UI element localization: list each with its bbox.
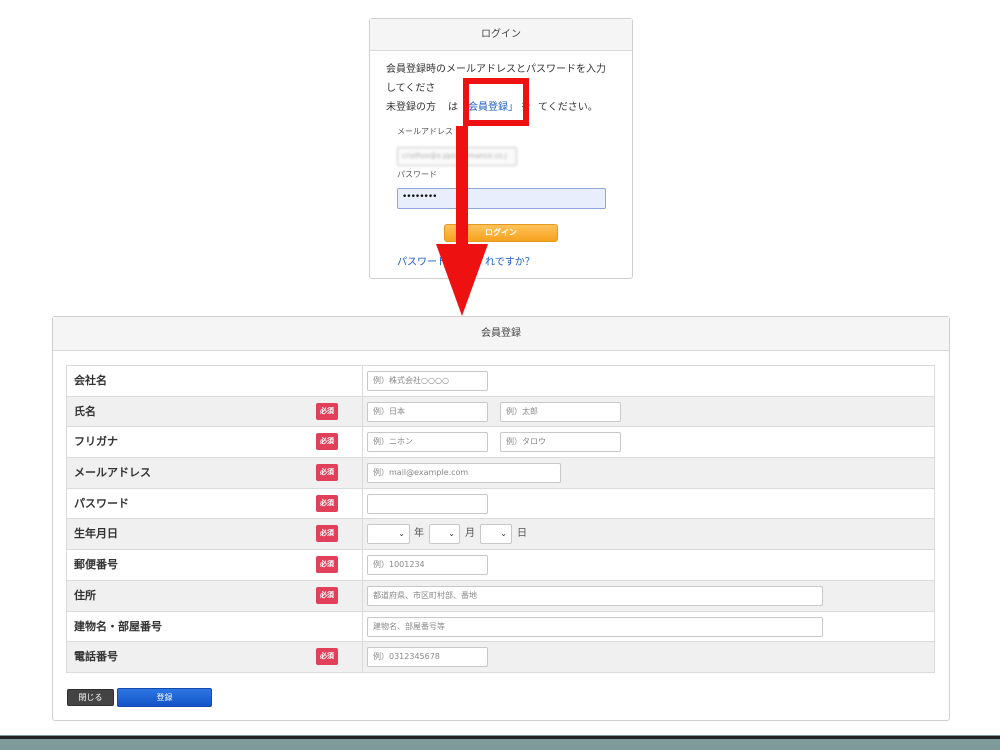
table-row: フリガナ 必須 例）ニホン 例）タロウ: [66, 426, 935, 459]
year-unit: 年: [414, 528, 424, 540]
field-label: 生年月日: [74, 527, 118, 541]
first-name-kana-input[interactable]: 例）タロウ: [500, 432, 621, 453]
birth-year-select[interactable]: ⌄: [367, 524, 410, 545]
building-input[interactable]: 建物名、部屋番号等: [367, 616, 823, 637]
chevron-down-icon: ⌄: [398, 529, 405, 539]
field-label: 住所: [74, 588, 96, 602]
table-row: 住所 必須 都道府県、市区町村部、番地: [66, 579, 935, 612]
required-badge: 必須: [316, 648, 338, 666]
address-input[interactable]: 都道府県、市区町村部、番地: [367, 585, 823, 606]
required-badge: 必須: [316, 556, 338, 574]
close-button[interactable]: 閉じる: [67, 689, 114, 706]
field-label: 電話番号: [74, 650, 118, 664]
required-badge: 必須: [316, 402, 338, 420]
birth-month-select[interactable]: ⌄: [429, 524, 460, 545]
month-unit: 月: [465, 528, 475, 540]
last-name-kana-input[interactable]: 例）ニホン: [367, 432, 488, 453]
table-row: 電話番号 必須 例）0312345678: [66, 641, 935, 673]
field-label: 郵便番号: [74, 558, 118, 572]
table-row: 生年月日 必須 ⌄ 年 ⌄ 月 ⌄ 日: [66, 518, 935, 551]
field-label: 建物名・部屋番号: [74, 619, 162, 633]
submit-register-button[interactable]: 登録: [117, 688, 212, 707]
field-label: パスワード: [74, 496, 129, 510]
last-name-input[interactable]: 例）日本: [367, 401, 488, 422]
day-unit: 日: [517, 528, 527, 540]
bottom-divider: [0, 736, 1000, 739]
chevron-down-icon: ⌄: [500, 529, 507, 539]
table-row: 会社名 例）株式会社○○○○: [66, 365, 935, 397]
phone-input[interactable]: 例）0312345678: [367, 647, 488, 668]
field-label: 氏名: [74, 404, 96, 418]
table-row: 氏名 必須 例）日本 例）太郎: [66, 395, 935, 428]
registration-form: 会社名 例）株式会社○○○○ 氏名 必須 例）日本 例）太郎 フリガナ 必須 例）ニ…: [66, 365, 935, 673]
table-row: 郵便番号 必須 例）1001234: [66, 549, 935, 581]
chevron-down-icon: ⌄: [448, 529, 455, 539]
table-row: メールアドレス 必須 例）mail@example.com: [66, 457, 935, 489]
birth-day-select[interactable]: ⌄: [480, 524, 512, 545]
first-name-input[interactable]: 例）太郎: [500, 401, 621, 422]
email-field[interactable]: 例）mail@example.com: [367, 463, 561, 484]
postal-code-input[interactable]: 例）1001234: [367, 555, 488, 576]
table-row: 建物名・部屋番号 建物名、部屋番号等: [66, 610, 935, 643]
required-badge: 必須: [316, 433, 338, 451]
field-label: 会社名: [74, 374, 107, 387]
registration-panel: 会員登録 会社名 例）株式会社○○○○ 氏名 必須 例）日本 例）太郎 フリガナ必…: [52, 316, 950, 721]
registration-title: 会員登録: [53, 317, 949, 351]
required-badge: 必須: [316, 494, 338, 512]
field-label: メールアドレス: [74, 466, 151, 480]
required-badge: 必須: [316, 525, 338, 543]
company-input[interactable]: 例）株式会社○○○○: [367, 371, 488, 391]
required-badge: 必須: [316, 586, 338, 604]
required-badge: 必須: [316, 464, 338, 482]
password-field[interactable]: [367, 493, 488, 514]
table-row: パスワード 必須: [66, 487, 935, 520]
field-label: フリガナ: [74, 435, 118, 449]
